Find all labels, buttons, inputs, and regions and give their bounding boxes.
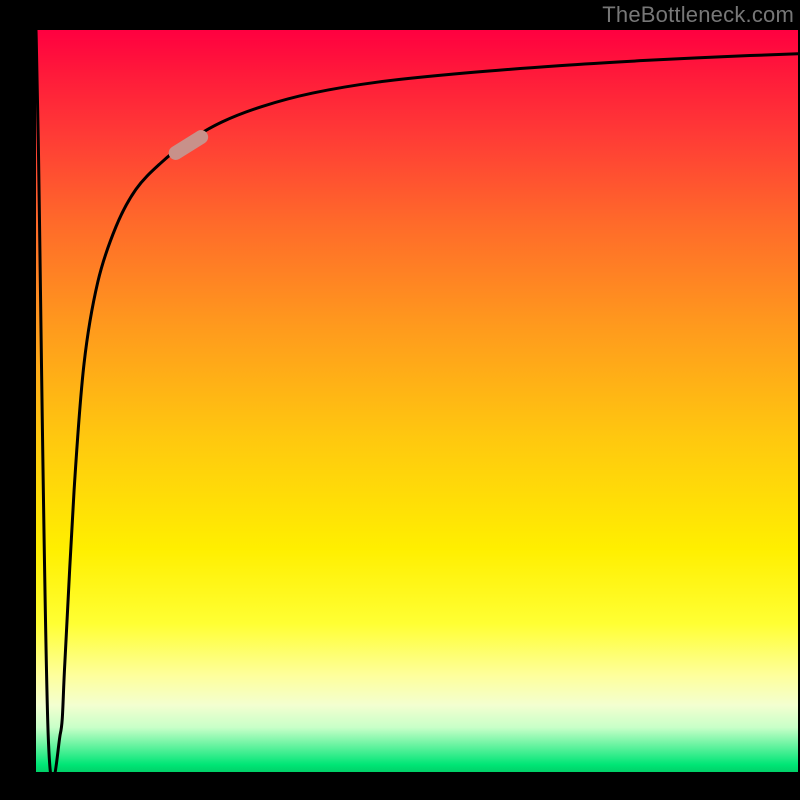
watermark-text: TheBottleneck.com [602, 2, 794, 28]
curve-marker [166, 127, 211, 162]
curve-overlay [36, 30, 798, 772]
bottleneck-curve [36, 30, 798, 781]
chart-container: TheBottleneck.com [0, 0, 800, 800]
